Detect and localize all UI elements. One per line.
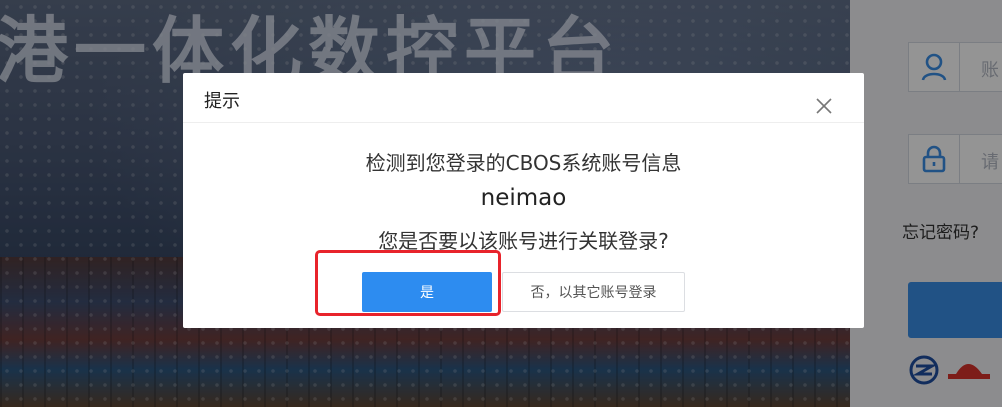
login-other-account-button[interactable]: 否，以其它账号登录 bbox=[502, 272, 685, 312]
association-login-dialog: 提示 检测到您登录的CBOS系统账号信息 neimao 您是否要以该账号进行关联… bbox=[183, 73, 864, 328]
detected-account-message: 检测到您登录的CBOS系统账号信息 bbox=[365, 151, 682, 175]
confirm-yes-button[interactable]: 是 bbox=[362, 272, 492, 312]
confirm-question: 您是否要以该账号进行关联登录? bbox=[378, 229, 669, 253]
dialog-title: 提示 bbox=[204, 91, 240, 112]
close-icon[interactable] bbox=[816, 98, 838, 120]
account-name: neimao bbox=[480, 185, 567, 211]
dialog-header: 提示 bbox=[183, 73, 864, 123]
